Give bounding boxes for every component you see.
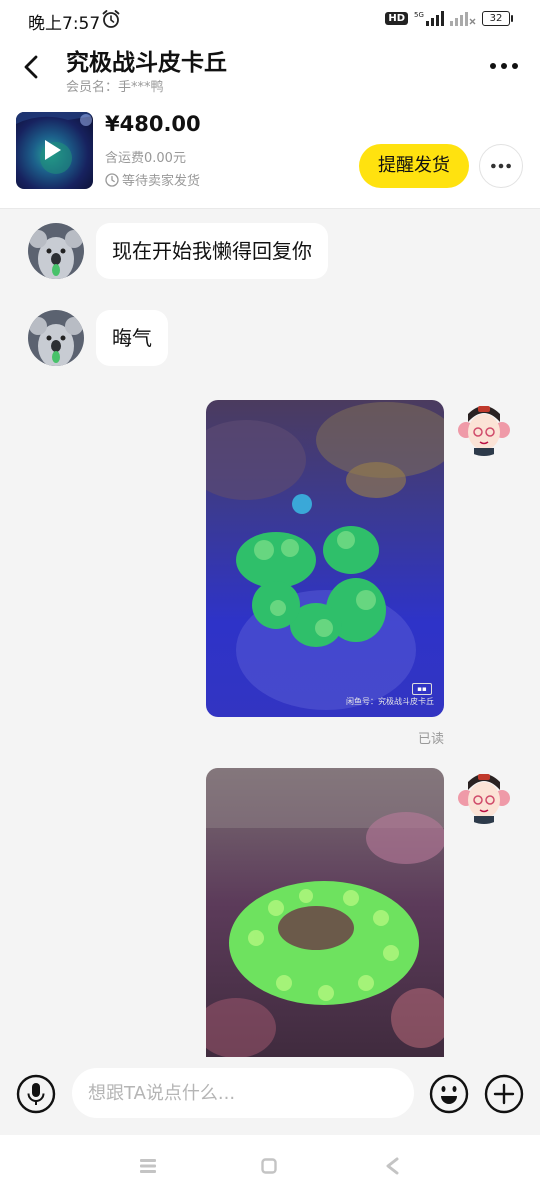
alarm-icon: [102, 10, 120, 28]
status-bar: 晚上7:57 HD 5G 32: [0, 0, 540, 38]
message-image[interactable]: [206, 768, 444, 1057]
coral-photo-green: [206, 768, 444, 1057]
message-bubble-left[interactable]: 晦气: [96, 310, 168, 366]
cartoon-avatar-image: [456, 400, 512, 456]
message-input[interactable]: [72, 1068, 414, 1118]
recent-apps-icon[interactable]: [140, 1159, 156, 1173]
avatar[interactable]: [28, 223, 84, 279]
watermark-badge: ▪▪: [412, 683, 432, 695]
message-composer: [0, 1057, 540, 1135]
battery-indicator: 32: [482, 10, 513, 26]
product-price: ¥480.00: [105, 112, 201, 136]
clock-icon: [105, 172, 119, 187]
message-image[interactable]: ▪▪ 闲鱼号：究极战斗皮卡丘: [206, 400, 444, 717]
cartoon-avatar-image: [456, 768, 512, 824]
chat-messages[interactable]: 现在开始我懒得回复你 晦气 ▪▪ 闲鱼号：究极战斗皮卡丘 已读: [0, 209, 540, 1057]
order-status-text: 等待卖家发货: [122, 174, 201, 189]
avatar[interactable]: [28, 310, 84, 366]
emoji-icon[interactable]: [429, 1074, 469, 1114]
signal-network-label: 5G: [414, 11, 424, 19]
shipping-fee: 含运费0.00元: [105, 151, 186, 166]
avatar[interactable]: [456, 400, 512, 456]
coral-photo-blue: [206, 400, 444, 717]
nav-back-icon[interactable]: [384, 1157, 400, 1175]
member-name: 会员名：手***鸭: [66, 80, 164, 95]
hd-badge: HD: [385, 11, 408, 25]
avatar[interactable]: [456, 768, 512, 824]
play-icon: [45, 140, 61, 160]
message-bubble-left[interactable]: 现在开始我懒得回复你: [96, 223, 328, 279]
signal-2-icon: [450, 12, 476, 26]
signal-icon: 5G: [414, 11, 444, 26]
microphone-icon[interactable]: [16, 1074, 56, 1114]
status-time: 晚上7:57: [28, 14, 101, 34]
more-icon[interactable]: [488, 54, 520, 78]
status-icons: HD 5G 32: [385, 10, 513, 26]
koala-avatar-image: [28, 223, 84, 279]
back-icon[interactable]: [18, 52, 48, 82]
product-thumbnail[interactable]: [16, 112, 93, 189]
order-status: 等待卖家发货: [105, 170, 200, 189]
home-icon[interactable]: [261, 1158, 277, 1174]
image-watermark: 闲鱼号：究极战斗皮卡丘: [346, 697, 434, 706]
plus-icon[interactable]: [484, 1074, 524, 1114]
koala-avatar-image: [28, 310, 84, 366]
order-more-icon[interactable]: [479, 144, 523, 188]
read-receipt: 已读: [418, 732, 445, 747]
chat-title: 究极战斗皮卡丘: [66, 50, 227, 76]
system-nav-bar: [0, 1135, 540, 1200]
remind-shipping-button[interactable]: 提醒发货: [359, 144, 469, 188]
chat-header: 究极战斗皮卡丘 会员名：手***鸭 ¥480.00 含运费0.00元 等待卖家发…: [0, 38, 540, 209]
